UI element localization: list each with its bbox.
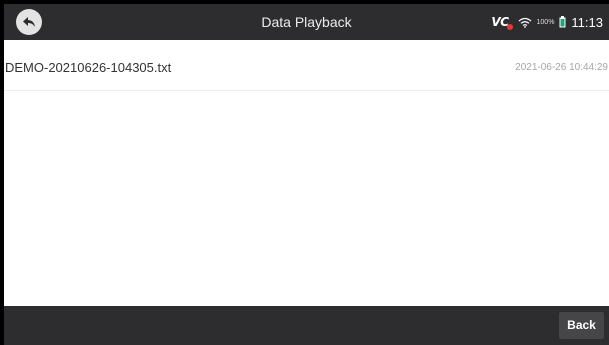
back-button[interactable]: Back <box>559 312 604 339</box>
app-window: Data Playback VC 100% 11:13 DEMO-2021062… <box>0 0 609 345</box>
top-bar: Data Playback VC 100% 11:13 <box>4 4 609 40</box>
vci-alert-dot <box>506 24 513 30</box>
status-bar: VC 100% 11:13 <box>491 4 603 40</box>
file-name: DEMO-20210626-104305.txt <box>5 60 172 75</box>
bottom-bar: Back <box>4 306 609 345</box>
vci-connection-icon: VC <box>491 15 513 30</box>
wifi-icon <box>518 17 531 28</box>
battery-icon <box>559 16 566 28</box>
file-list: DEMO-20210626-104305.txt 2021-06-26 10:4… <box>4 40 609 306</box>
clock: 11:13 <box>571 14 603 30</box>
file-date: 2021-06-26 10:44:29 <box>515 62 608 73</box>
battery-percent: 100% <box>536 18 555 26</box>
vci-label: VC <box>491 15 509 29</box>
back-arrow-icon <box>23 17 35 27</box>
list-item[interactable]: DEMO-20210626-104305.txt 2021-06-26 10:4… <box>4 40 609 91</box>
back-arrow-button[interactable] <box>16 9 42 35</box>
